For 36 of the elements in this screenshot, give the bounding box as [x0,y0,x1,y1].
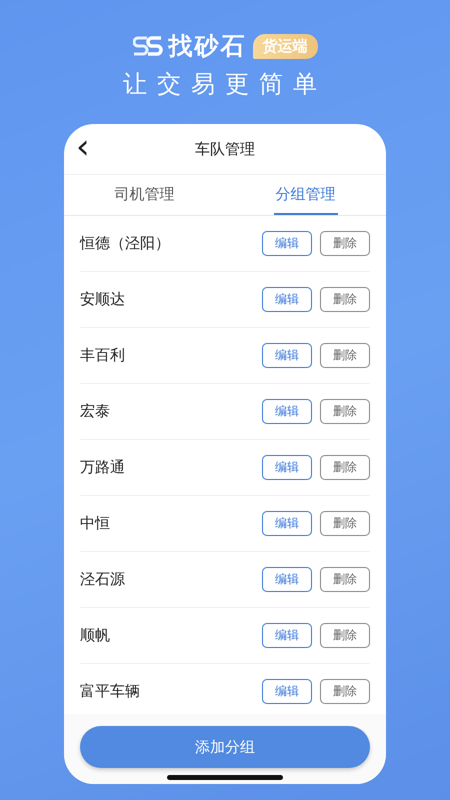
edit-button[interactable]: 编辑 [262,455,312,480]
delete-button[interactable]: 删除 [320,399,370,424]
group-name: 中恒 [80,514,111,533]
group-name: 恒德（泾阳） [80,234,171,253]
edit-button[interactable]: 编辑 [262,399,312,424]
page-title: 车队管理 [195,140,255,158]
app-badge: 货运端 [252,34,318,58]
delete-button[interactable]: 删除 [320,287,370,312]
edit-button[interactable]: 编辑 [262,231,312,256]
group-name: 安顺达 [80,290,126,309]
tab[interactable]: 分组管理 [274,175,338,215]
group-name: 富平车辆 [80,682,141,701]
add-group-button[interactable]: 添加分组 [80,726,370,768]
edit-button[interactable]: 编辑 [262,679,312,704]
delete-button[interactable]: 删除 [320,567,370,592]
group-name: 顺帆 [80,626,111,645]
edit-button[interactable]: 编辑 [262,287,312,312]
group-name: 宏泰 [80,402,111,421]
delete-button[interactable]: 删除 [320,511,370,536]
delete-button[interactable]: 删除 [320,343,370,368]
delete-button[interactable]: 删除 [320,623,370,648]
edit-button[interactable]: 编辑 [262,511,312,536]
tab[interactable]: 司机管理 [112,175,176,215]
delete-button[interactable]: 删除 [320,455,370,480]
delete-button[interactable]: 删除 [320,679,370,704]
slogan: 让交易更简单 [123,69,327,100]
delete-button[interactable]: 删除 [320,231,370,256]
group-name: 万路通 [80,458,126,477]
edit-button[interactable]: 编辑 [262,343,312,368]
edit-button[interactable]: 编辑 [262,567,312,592]
back-button[interactable]: ‹ [76,132,90,162]
logo-icon [132,35,162,57]
brand-name: 找砂石 [168,31,246,62]
group-name: 泾石源 [80,570,126,589]
edit-button[interactable]: 编辑 [262,623,312,648]
group-name: 丰百利 [80,346,126,365]
